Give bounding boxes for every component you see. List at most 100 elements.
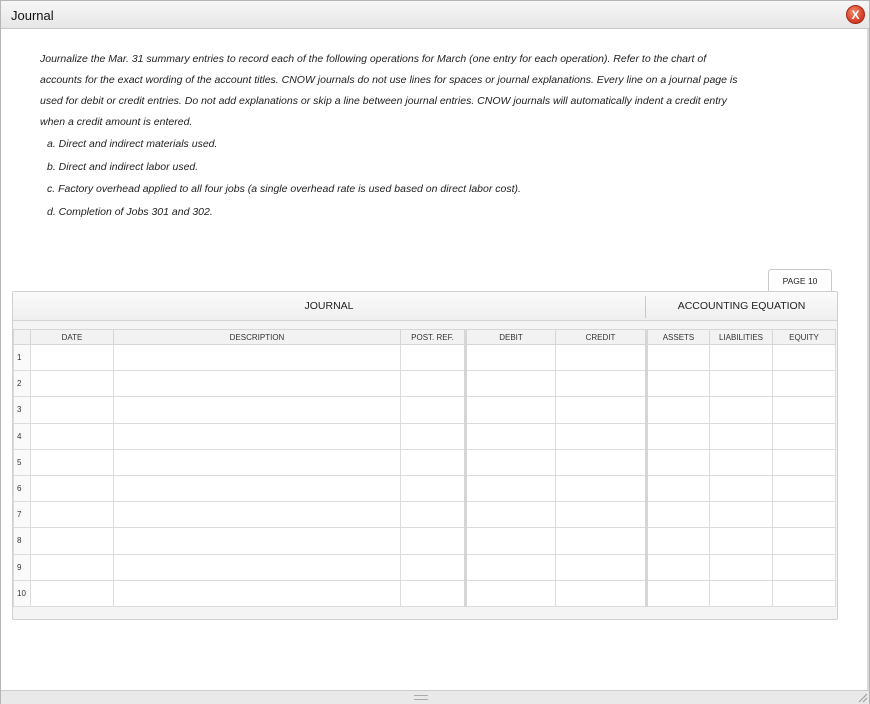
description-input[interactable] <box>114 397 400 423</box>
equity-cell[interactable] <box>772 370 836 398</box>
debit-input[interactable] <box>467 449 555 475</box>
post-ref-cell[interactable] <box>400 501 467 529</box>
liabilities-input[interactable] <box>710 580 772 606</box>
liabilities-cell[interactable] <box>709 579 773 607</box>
debit-cell[interactable] <box>465 474 556 503</box>
assets-input[interactable] <box>648 580 709 606</box>
description-cell[interactable] <box>113 553 401 581</box>
assets-input[interactable] <box>648 554 709 580</box>
description-cell[interactable] <box>113 579 401 607</box>
equity-cell[interactable] <box>772 448 836 476</box>
liabilities-cell[interactable] <box>709 370 773 398</box>
date-input[interactable] <box>31 554 113 580</box>
equity-cell[interactable] <box>772 579 836 607</box>
post-ref-cell[interactable] <box>400 396 467 424</box>
assets-input[interactable] <box>648 502 709 528</box>
post-ref-cell[interactable] <box>400 527 467 555</box>
debit-input[interactable] <box>467 502 555 528</box>
date-input[interactable] <box>31 528 113 554</box>
assets-input[interactable] <box>648 345 709 371</box>
date-input[interactable] <box>31 397 113 423</box>
date-input[interactable] <box>31 423 113 449</box>
credit-cell[interactable] <box>555 527 648 555</box>
credit-input[interactable] <box>556 502 645 528</box>
liabilities-cell[interactable] <box>709 501 773 529</box>
credit-input[interactable] <box>556 345 645 371</box>
equity-input[interactable] <box>773 371 835 397</box>
date-cell[interactable] <box>30 501 114 529</box>
assets-cell[interactable] <box>646 474 710 503</box>
liabilities-cell[interactable] <box>709 343 773 372</box>
assets-cell[interactable] <box>646 579 710 607</box>
credit-input[interactable] <box>556 580 645 606</box>
post-ref-input[interactable] <box>401 528 464 554</box>
post-ref-input[interactable] <box>401 345 464 371</box>
credit-input[interactable] <box>556 475 645 502</box>
date-input[interactable] <box>31 345 113 371</box>
credit-input[interactable] <box>556 449 645 475</box>
date-cell[interactable] <box>30 579 114 607</box>
assets-cell[interactable] <box>646 343 710 372</box>
date-cell[interactable] <box>30 396 114 424</box>
post-ref-cell[interactable] <box>400 370 467 398</box>
date-cell[interactable] <box>30 474 114 503</box>
assets-input[interactable] <box>648 397 709 423</box>
assets-cell[interactable] <box>646 501 710 529</box>
date-input[interactable] <box>31 449 113 475</box>
description-cell[interactable] <box>113 527 401 555</box>
debit-cell[interactable] <box>465 579 556 607</box>
assets-cell[interactable] <box>646 422 710 450</box>
date-input[interactable] <box>31 371 113 397</box>
debit-cell[interactable] <box>465 448 556 476</box>
liabilities-cell[interactable] <box>709 448 773 476</box>
equity-cell[interactable] <box>772 474 836 503</box>
debit-cell[interactable] <box>465 501 556 529</box>
liabilities-input[interactable] <box>710 345 772 371</box>
equity-input[interactable] <box>773 345 835 371</box>
equity-input[interactable] <box>773 580 835 606</box>
assets-input[interactable] <box>648 528 709 554</box>
equity-cell[interactable] <box>772 553 836 581</box>
liabilities-input[interactable] <box>710 475 772 502</box>
debit-input[interactable] <box>467 345 555 371</box>
post-ref-input[interactable] <box>401 449 464 475</box>
description-input[interactable] <box>114 423 400 449</box>
liabilities-input[interactable] <box>710 502 772 528</box>
debit-cell[interactable] <box>465 370 556 398</box>
debit-input[interactable] <box>467 528 555 554</box>
credit-cell[interactable] <box>555 396 648 424</box>
equity-cell[interactable] <box>772 527 836 555</box>
description-input[interactable] <box>114 345 400 371</box>
equity-input[interactable] <box>773 475 835 502</box>
post-ref-cell[interactable] <box>400 448 467 476</box>
description-input[interactable] <box>114 502 400 528</box>
date-input[interactable] <box>31 502 113 528</box>
date-cell[interactable] <box>30 370 114 398</box>
date-input[interactable] <box>31 475 113 502</box>
liabilities-input[interactable] <box>710 528 772 554</box>
debit-cell[interactable] <box>465 396 556 424</box>
title-bar[interactable]: Journal X <box>1 1 869 29</box>
post-ref-input[interactable] <box>401 502 464 528</box>
credit-cell[interactable] <box>555 501 648 529</box>
equity-cell[interactable] <box>772 422 836 450</box>
assets-cell[interactable] <box>646 527 710 555</box>
credit-cell[interactable] <box>555 579 648 607</box>
liabilities-input[interactable] <box>710 554 772 580</box>
credit-cell[interactable] <box>555 448 648 476</box>
liabilities-cell[interactable] <box>709 527 773 555</box>
date-cell[interactable] <box>30 343 114 372</box>
equity-cell[interactable] <box>772 396 836 424</box>
equity-cell[interactable] <box>772 343 836 372</box>
assets-cell[interactable] <box>646 370 710 398</box>
credit-cell[interactable] <box>555 474 648 503</box>
liabilities-cell[interactable] <box>709 422 773 450</box>
equity-input[interactable] <box>773 502 835 528</box>
equity-input[interactable] <box>773 397 835 423</box>
equity-input[interactable] <box>773 449 835 475</box>
equity-input[interactable] <box>773 423 835 449</box>
page-tab[interactable]: PAGE 10 <box>768 269 832 292</box>
post-ref-cell[interactable] <box>400 474 467 503</box>
assets-input[interactable] <box>648 423 709 449</box>
assets-input[interactable] <box>648 449 709 475</box>
